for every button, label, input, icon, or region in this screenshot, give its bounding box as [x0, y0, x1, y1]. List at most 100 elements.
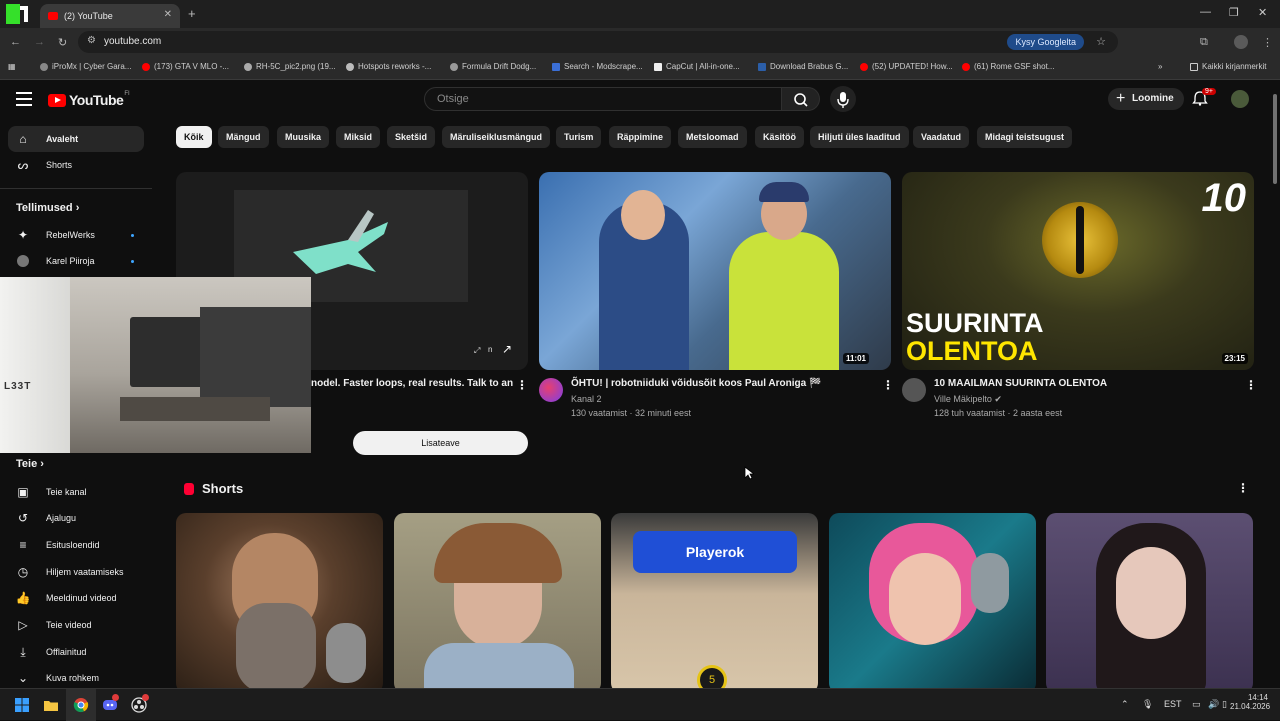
- close-tab-icon[interactable]: ✕: [164, 9, 172, 20]
- battery-icon[interactable]: ▯: [1222, 699, 1227, 710]
- chip-all[interactable]: Kõik: [176, 126, 212, 148]
- sidebar-item-downloads[interactable]: ⤓ Offlainitud: [8, 639, 144, 665]
- ad-expand-icon[interactable]: ⤢: [474, 346, 480, 356]
- chip-rap[interactable]: Räppimine: [609, 126, 672, 148]
- new-tab-button[interactable]: +: [188, 6, 196, 21]
- bookmark-item[interactable]: (173) GTA V MLO -...: [142, 62, 229, 71]
- chip-sketches[interactable]: Sketšid: [387, 126, 436, 148]
- extensions-icon[interactable]: ⧉: [1200, 36, 1208, 49]
- bookmark-item[interactable]: Download Brabus G...: [758, 62, 848, 71]
- file-explorer-icon[interactable]: [43, 697, 59, 713]
- volume-icon[interactable]: 🔊: [1208, 699, 1219, 710]
- chip-something-different[interactable]: Midagi teistsugust: [977, 126, 1073, 148]
- sidebar-item-history[interactable]: ↺ Ajalugu: [8, 505, 144, 531]
- short-thumbnail[interactable]: [1046, 513, 1253, 688]
- chip-wildlife[interactable]: Metsloomad: [678, 126, 747, 148]
- learn-more-button[interactable]: Lisateave: [353, 431, 528, 455]
- sidebar-item-your-videos[interactable]: ▷ Teie videod: [8, 612, 144, 638]
- close-window-icon[interactable]: ✕: [1258, 6, 1267, 19]
- apps-grid-icon[interactable]: ▦: [8, 62, 16, 71]
- sidebar-item-home[interactable]: ⌂ Avaleht: [8, 126, 144, 152]
- sidebar-item-liked[interactable]: 👍 Meeldinud videod: [8, 585, 144, 611]
- youtube-logo[interactable]: YouTube FI: [48, 91, 130, 108]
- channel-avatar-ville[interactable]: [902, 378, 926, 402]
- video-more-actions-icon[interactable]: ⋮: [882, 378, 894, 392]
- forward-icon[interactable]: →: [34, 36, 45, 48]
- sidebar-item-show-more[interactable]: ⌄ Kuva rohkem: [8, 665, 144, 688]
- sidebar-item-your-channel[interactable]: ▣ Teie kanal: [8, 479, 144, 505]
- beard: [236, 603, 316, 688]
- chip-tourism[interactable]: Turism: [556, 126, 602, 148]
- back-icon[interactable]: ←: [10, 36, 21, 48]
- tray-overflow-icon[interactable]: ⌃: [1121, 699, 1129, 710]
- chip-games[interactable]: Mängud: [218, 126, 269, 148]
- search-button[interactable]: [782, 87, 820, 111]
- person-face: [621, 190, 665, 240]
- video-thumbnail[interactable]: 11:01: [539, 172, 891, 370]
- create-button[interactable]: + Loomine: [1108, 88, 1184, 110]
- clock[interactable]: 14:14 21.04.2026: [1230, 693, 1270, 711]
- browser-menu-icon[interactable]: ⋮: [1262, 36, 1273, 49]
- ask-google-button[interactable]: Kysy Googlelta: [1007, 34, 1084, 50]
- sidebar-sub-rebelwerks[interactable]: ✦ RebelWerks: [8, 222, 144, 248]
- short-thumbnail[interactable]: [176, 513, 383, 688]
- more-bookmarks-icon[interactable]: »: [1158, 62, 1162, 71]
- playlists-icon: ≡: [19, 538, 27, 552]
- scrollbar-thumb[interactable]: [1273, 94, 1277, 184]
- sidebar-item-watch-later[interactable]: ◷ Hiljem vaatamiseks: [8, 559, 144, 585]
- sidebar-item-shorts[interactable]: ᔕ Shorts: [8, 152, 144, 178]
- browser-tab[interactable]: (2) YouTube ✕: [40, 4, 180, 28]
- video-title[interactable]: ÕHTU! | robotniiduki võidusõit koos Paul…: [571, 378, 821, 389]
- profile-avatar[interactable]: [1234, 35, 1248, 49]
- site-settings-icon[interactable]: ⚙: [87, 35, 96, 46]
- video-thumbnail[interactable]: 10 SUURINTA OLENTOA 23:15: [902, 172, 1254, 370]
- chip-crafts[interactable]: Käsitöö: [755, 126, 805, 148]
- all-bookmarks-folder[interactable]: Kaikki kirjanmerkit: [1190, 62, 1266, 71]
- bookmark-item[interactable]: (52) UPDATED! How...: [860, 62, 953, 71]
- search-input[interactable]: [425, 88, 781, 110]
- chip-mixes[interactable]: Miksid: [336, 126, 381, 148]
- subscriptions-header[interactable]: Tellimused ›: [16, 202, 79, 214]
- channel-name[interactable]: Kanal 2: [571, 394, 602, 404]
- address-bar[interactable]: ⚙ youtube.com Kysy Googlelta ☆: [78, 31, 1118, 53]
- chrome-icon[interactable]: [73, 697, 89, 713]
- windows-start-icon[interactable]: [14, 697, 30, 713]
- bookmark-item[interactable]: (61) Rome GSF shot...: [962, 62, 1054, 71]
- minimize-icon[interactable]: —: [1200, 6, 1211, 18]
- channel-name[interactable]: Ville Mäkipelto ✔: [934, 394, 1002, 405]
- video-more-actions-icon[interactable]: ⋮: [1245, 378, 1257, 392]
- video-title[interactable]: 10 MAAILMAN SUURINTA OLENTOA: [934, 378, 1107, 389]
- bookmark-star-icon[interactable]: ☆: [1096, 35, 1106, 48]
- bookmark-item[interactable]: Hotspots reworks -...: [346, 62, 431, 71]
- shorts-more-actions-icon[interactable]: ⋮: [1237, 481, 1249, 495]
- voice-search-button[interactable]: [830, 86, 856, 112]
- bookmark-item[interactable]: iProMx | Cyber Gara...: [40, 62, 131, 71]
- ad-title[interactable]: nodel. Faster loops, real results. Talk …: [311, 378, 513, 389]
- chip-recently-uploaded[interactable]: Hiljuti üles laaditud: [810, 126, 909, 148]
- short-thumbnail[interactable]: Playerok 5: [611, 513, 818, 688]
- bookmark-item[interactable]: Formula Drift Dodg...: [450, 62, 536, 71]
- chip-watched[interactable]: Vaadatud: [913, 126, 970, 148]
- external-link-icon[interactable]: ↗: [502, 342, 512, 356]
- bookmark-item[interactable]: Search - Modscrape...: [552, 62, 643, 71]
- channel-avatar-kanal2[interactable]: [539, 378, 563, 402]
- short-thumbnail[interactable]: [394, 513, 601, 688]
- tray-microphone-icon[interactable]: 🎙: [1142, 699, 1153, 710]
- chip-action-adventure[interactable]: Märuliseiklusmängud: [442, 126, 551, 148]
- network-icon[interactable]: ▭: [1192, 699, 1201, 710]
- maximize-icon[interactable]: ❐: [1229, 6, 1239, 19]
- ad-more-actions-icon[interactable]: ⋮: [516, 378, 528, 392]
- bookmark-item[interactable]: CapCut | All-in-one...: [654, 62, 740, 71]
- sidebar-sub-karel[interactable]: Karel Piiroja: [8, 248, 144, 274]
- you-header[interactable]: Teie ›: [16, 458, 44, 470]
- account-avatar[interactable]: [1231, 90, 1249, 108]
- short-thumbnail[interactable]: [829, 513, 1036, 688]
- bookmark-item[interactable]: RH-5C_pic2.png (19...: [244, 62, 336, 71]
- chip-music[interactable]: Muusika: [277, 126, 330, 148]
- search-box[interactable]: [424, 87, 782, 111]
- guide-menu-icon[interactable]: [16, 92, 32, 106]
- reload-icon[interactable]: ↻: [58, 36, 67, 49]
- sidebar-item-playlists[interactable]: ≡ Esitusloendid: [8, 532, 144, 558]
- hard-hat: [759, 182, 809, 202]
- keyboard-language[interactable]: EST: [1164, 699, 1182, 709]
